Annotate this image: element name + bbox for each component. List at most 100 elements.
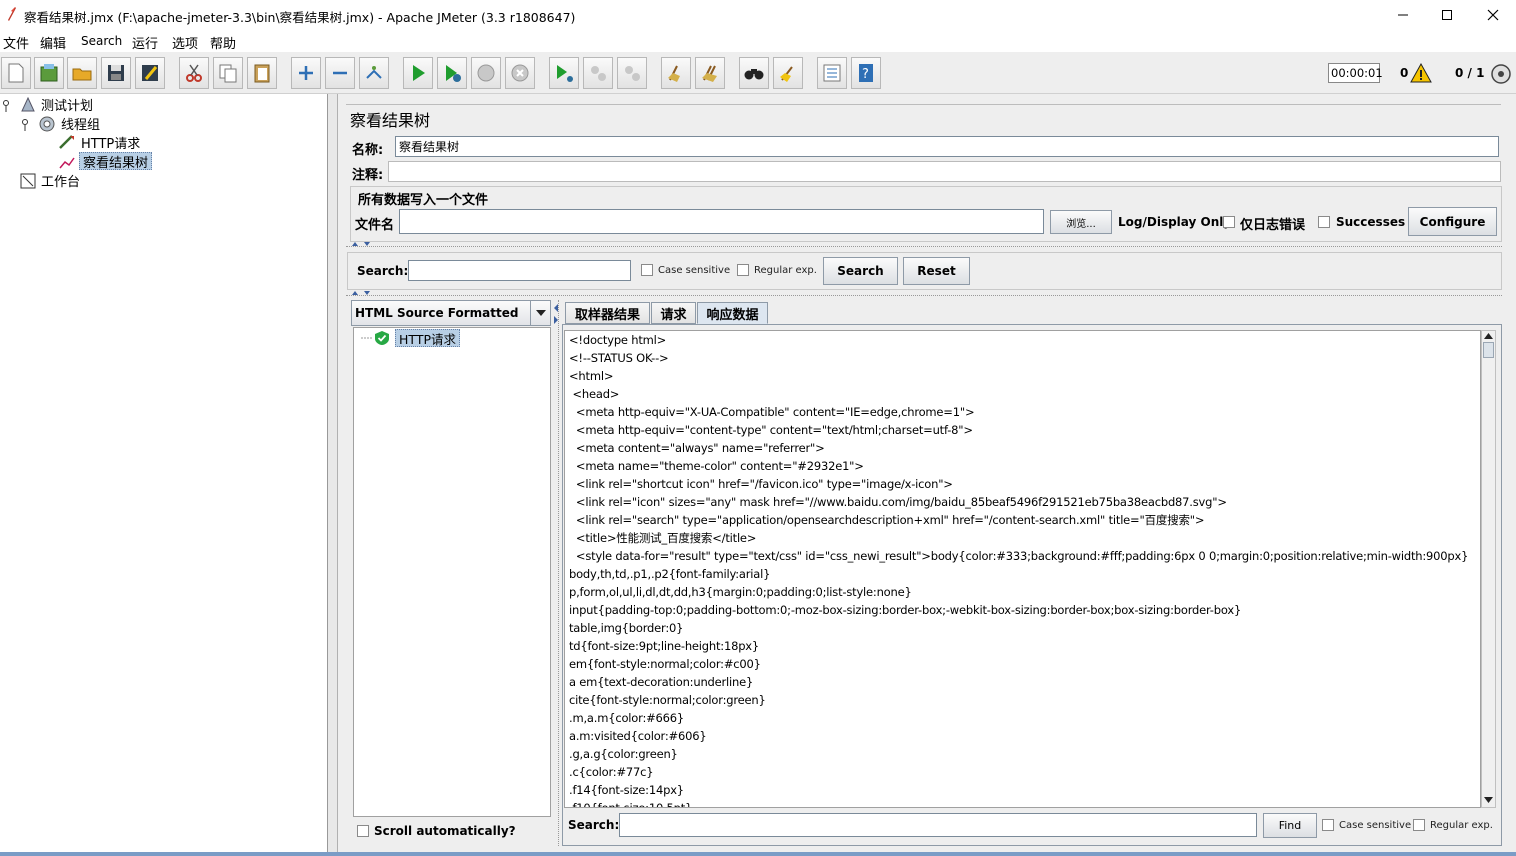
comment-field[interactable]: [388, 161, 1501, 182]
browse-button[interactable]: 浏览...: [1050, 210, 1112, 234]
scroll-thumb[interactable]: [1483, 342, 1494, 358]
close-button[interactable]: [1470, 0, 1516, 30]
scroll-down-icon[interactable]: [1483, 796, 1494, 804]
code-line: <meta content="always" name="referrer">: [569, 441, 825, 455]
save-icon: [108, 65, 124, 81]
errors-only-label: 仅日志错误: [1240, 218, 1306, 233]
start-button[interactable]: [403, 57, 433, 89]
regular-exp-label: Regular exp.: [754, 265, 817, 276]
reset-search-button[interactable]: [773, 57, 803, 89]
stop-button[interactable]: [471, 57, 501, 89]
paste-button[interactable]: [247, 57, 277, 89]
errors-only-checkbox[interactable]: [1223, 216, 1235, 228]
tree-node-workbench[interactable]: 工作台: [39, 171, 82, 190]
collapse-button[interactable]: [325, 57, 355, 89]
cut-button[interactable]: [179, 57, 209, 89]
save-button[interactable]: [101, 57, 131, 89]
successes-checkbox[interactable]: [1318, 216, 1330, 228]
templates-icon: [40, 64, 58, 82]
filename-label: 文件名: [355, 218, 395, 233]
warning-icon[interactable]: [1410, 63, 1432, 83]
tab-sampler-result[interactable]: 取样器结果: [565, 302, 650, 324]
toolbar: ?: [0, 52, 1516, 94]
code-line: .f14{font-size:14px}: [569, 783, 684, 797]
elapsed-timer: 00:00:01: [1328, 63, 1383, 83]
clear-all-button[interactable]: [695, 57, 725, 89]
play-no-timers-icon: [446, 65, 461, 82]
menu-run[interactable]: 运行: [132, 33, 158, 52]
code-line: input{padding-top:0;padding-bottom:0;-mo…: [569, 603, 1242, 617]
clear-button[interactable]: [661, 57, 691, 89]
tree-node-thread-group[interactable]: 线程组: [59, 114, 102, 133]
title-bar: 察看结果树.jmx (F:\apache-jmeter-3.3\bin\察看结果…: [0, 0, 1516, 30]
reset-button[interactable]: Reset: [903, 257, 970, 285]
tree-collapse-handle-icon[interactable]: [21, 117, 33, 131]
menu-search[interactable]: Search: [81, 34, 122, 48]
shutdown-button[interactable]: [505, 57, 535, 89]
chevron-down-icon: [535, 310, 546, 316]
name-label: 名称:: [352, 143, 384, 158]
tree-node-http-request[interactable]: HTTP请求: [79, 133, 142, 152]
maximize-button[interactable]: [1424, 0, 1470, 30]
toggle-button[interactable]: [359, 57, 389, 89]
regular-exp-checkbox[interactable]: [737, 264, 749, 276]
help-button[interactable]: ?: [851, 57, 881, 89]
code-line: <link rel="search" type="application/ope…: [569, 513, 1205, 527]
tree-node-view-results-tree[interactable]: 察看结果树: [79, 152, 153, 171]
response-case-sensitive-label: Case sensitive: [1339, 820, 1412, 831]
name-field[interactable]: [395, 136, 1499, 157]
expand-button[interactable]: [291, 57, 321, 89]
help-icon: ?: [859, 64, 873, 82]
remote-start-button[interactable]: [549, 57, 579, 89]
response-search-input[interactable]: [619, 813, 1257, 837]
splitter-bar[interactable]: [346, 295, 1502, 297]
left-splitter[interactable]: [328, 94, 338, 856]
menu-options[interactable]: 选项: [172, 33, 198, 52]
tab-response-data[interactable]: 响应数据: [697, 302, 768, 324]
menu-file[interactable]: 文件: [3, 33, 29, 52]
sample-result-item[interactable]: HTTP请求: [395, 329, 460, 347]
response-case-sensitive-checkbox[interactable]: [1322, 819, 1334, 831]
code-line: .m,a.m{color:#666}: [569, 711, 685, 725]
remote-stop-button[interactable]: [583, 57, 613, 89]
function-helper-button[interactable]: [817, 57, 847, 89]
minimize-button[interactable]: [1380, 0, 1426, 30]
menu-edit[interactable]: 编辑: [40, 33, 66, 52]
new-button[interactable]: [1, 57, 31, 89]
renderer-select[interactable]: HTML Source Formatted: [351, 300, 551, 326]
search-input[interactable]: [408, 260, 631, 281]
bottom-edge: [0, 852, 1516, 856]
vertical-splitter[interactable]: [558, 300, 560, 846]
search-button[interactable]: [739, 57, 769, 89]
response-regular-exp-checkbox[interactable]: [1413, 819, 1425, 831]
open-button[interactable]: [67, 57, 97, 89]
splitter-bar[interactable]: [346, 246, 1502, 248]
scroll-automatically-checkbox[interactable]: [357, 825, 369, 837]
successes-label: Successes: [1336, 215, 1406, 229]
search-submit-button[interactable]: Search: [823, 257, 898, 285]
copy-button[interactable]: [213, 57, 243, 89]
remote-stop-icon: [591, 66, 606, 81]
templates-button[interactable]: [34, 57, 64, 89]
filename-field[interactable]: [399, 209, 1044, 234]
scroll-up-icon[interactable]: [1483, 332, 1494, 340]
remote-shutdown-button[interactable]: [617, 57, 647, 89]
find-button[interactable]: Find: [1263, 813, 1317, 838]
open-folder-icon: [72, 68, 92, 81]
menu-help[interactable]: 帮助: [210, 33, 236, 52]
case-sensitive-checkbox[interactable]: [641, 264, 653, 276]
configure-button[interactable]: Configure: [1408, 207, 1497, 236]
tree-node-test-plan[interactable]: 测试计划: [39, 95, 95, 114]
renderer-dropdown-arrow[interactable]: [530, 301, 550, 325]
paste-icon: [254, 64, 270, 83]
tab-request[interactable]: 请求: [651, 302, 696, 324]
start-no-pause-button[interactable]: [437, 57, 467, 89]
tree-collapse-handle-icon[interactable]: [2, 98, 14, 112]
response-search-label: Search:: [568, 818, 620, 832]
response-data-text[interactable]: <!doctype html> <!--STATUS OK--> <html> <h…: [564, 330, 1481, 808]
save-as-button[interactable]: [135, 57, 165, 89]
stop-icon: [477, 64, 495, 82]
play-icon: [413, 65, 425, 81]
tree-line-icon: [361, 337, 372, 339]
response-scrollbar[interactable]: [1481, 330, 1496, 808]
